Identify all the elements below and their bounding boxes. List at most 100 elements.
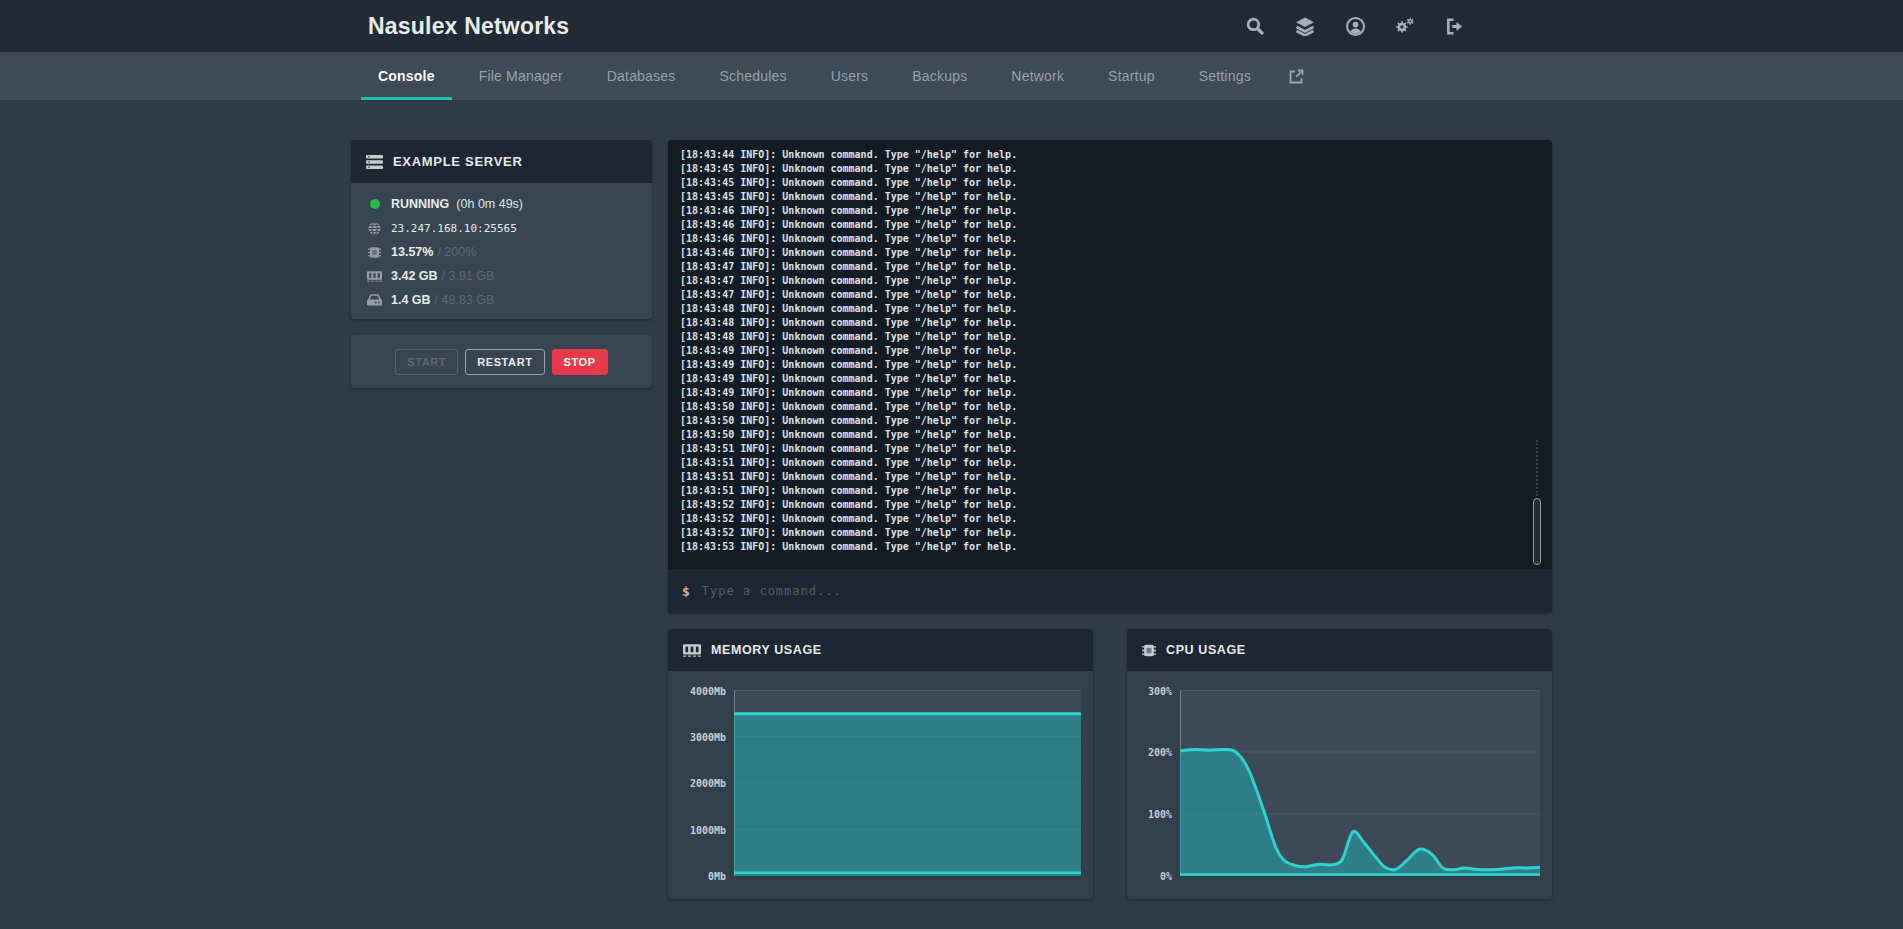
console-line: [18:43:50 INFO]: Unknown command. Type "… (680, 400, 1528, 414)
console-line: [18:43:52 INFO]: Unknown command. Type "… (680, 512, 1528, 526)
console-line: [18:43:49 INFO]: Unknown command. Type "… (680, 358, 1528, 372)
y-axis-label: 4000Mb (690, 685, 726, 696)
search-icon[interactable] (1245, 15, 1265, 37)
console-line: [18:43:51 INFO]: Unknown command. Type "… (680, 442, 1528, 456)
layers-icon[interactable] (1295, 15, 1315, 37)
server-memory-row: 3.42 GB / 3.91 GB (367, 264, 636, 288)
tab-network[interactable]: Network (994, 52, 1081, 100)
console-line: [18:43:51 INFO]: Unknown command. Type "… (680, 484, 1528, 498)
disk-value: 1.4 GB (391, 293, 431, 307)
console-line: [18:43:50 INFO]: Unknown command. Type "… (680, 428, 1528, 442)
cpu-value: 13.57% (391, 245, 433, 259)
console-line: [18:43:47 INFO]: Unknown command. Type "… (680, 274, 1528, 288)
server-icon (366, 155, 383, 169)
status-dot (367, 199, 382, 209)
tab-databases[interactable]: Databases (590, 52, 693, 100)
disk-limit: / 48.83 GB (435, 293, 495, 307)
cpu-usage-card: CPU USAGE 300%200%100%0% (1127, 629, 1552, 899)
y-axis-label: 200% (1148, 747, 1172, 758)
cogs-icon[interactable] (1395, 15, 1415, 37)
tab-console[interactable]: Console (361, 52, 452, 100)
cpu-chart-header: CPU USAGE (1127, 629, 1552, 671)
tab-backups[interactable]: Backups (895, 52, 984, 100)
cpu-limit: / 200% (437, 245, 476, 259)
command-input[interactable] (702, 584, 1538, 598)
console-line: [18:43:51 INFO]: Unknown command. Type "… (680, 470, 1528, 484)
cpu-chart-title: CPU USAGE (1166, 643, 1246, 657)
console-line: [18:43:46 INFO]: Unknown command. Type "… (680, 232, 1528, 246)
console-line: [18:43:47 INFO]: Unknown command. Type "… (680, 288, 1528, 302)
server-status-row: RUNNING (0h 0m 49s) (367, 192, 636, 216)
console-line: [18:43:46 INFO]: Unknown command. Type "… (680, 204, 1528, 218)
charts-row: MEMORY USAGE 4000Mb 3000Mb 2000Mb 1000Mb 0Mb… (668, 629, 1552, 899)
console-line: [18:43:46 INFO]: Unknown command. Type "… (680, 246, 1528, 260)
y-axis-label: 1000Mb (690, 824, 726, 835)
server-title: EXAMPLE SERVER (393, 154, 522, 169)
user-icon[interactable] (1345, 15, 1365, 37)
server-disk-row: 1.4 GB / 48.83 GB (367, 288, 636, 312)
cpu-icon (1142, 643, 1156, 658)
navbar: ConsoleFile ManagerDatabasesSchedulesUse… (0, 52, 1903, 100)
memory-icon (367, 271, 382, 282)
y-axis-label: 3000Mb (690, 731, 726, 742)
memory-chart-title: MEMORY USAGE (711, 643, 822, 657)
tab-settings[interactable]: Settings (1182, 52, 1268, 100)
server-status: RUNNING (391, 197, 449, 211)
memory-chart-header: MEMORY USAGE (668, 629, 1093, 671)
console-line: [18:43:48 INFO]: Unknown command. Type "… (680, 302, 1528, 316)
console-line: [18:43:50 INFO]: Unknown command. Type "… (680, 414, 1528, 428)
external-link-icon[interactable] (1278, 52, 1315, 100)
console-line: [18:43:52 INFO]: Unknown command. Type "… (680, 498, 1528, 512)
console-line: [18:43:49 INFO]: Unknown command. Type "… (680, 372, 1528, 386)
console-line: [18:43:49 INFO]: Unknown command. Type "… (680, 386, 1528, 400)
server-card-header: EXAMPLE SERVER (351, 140, 652, 183)
memory-limit: / 3.91 GB (442, 269, 495, 283)
power-controls: START RESTART STOP (351, 335, 652, 388)
restart-button[interactable]: RESTART (465, 349, 544, 375)
memory-value: 3.42 GB (391, 269, 438, 283)
memory-plot (734, 690, 1081, 876)
sign-out-icon[interactable] (1445, 15, 1465, 37)
server-uptime: (0h 0m 49s) (456, 197, 523, 211)
brand-title[interactable]: Nasulex Networks (351, 13, 569, 40)
console-line: [18:43:53 INFO]: Unknown command. Type "… (680, 540, 1528, 554)
tab-startup[interactable]: Startup (1091, 52, 1172, 100)
cpu-chart: 300%200%100%0% (1127, 671, 1552, 899)
tab-schedules[interactable]: Schedules (702, 52, 803, 100)
console-line: [18:43:48 INFO]: Unknown command. Type "… (680, 316, 1528, 330)
console-input-row: $ (668, 569, 1552, 613)
console-line: [18:43:45 INFO]: Unknown command. Type "… (680, 162, 1528, 176)
cpu-plot (1180, 690, 1540, 876)
server-address: 23.247.168.10:25565 (391, 222, 517, 235)
y-axis-label: 0% (1160, 870, 1172, 881)
start-button[interactable]: START (395, 349, 458, 375)
console-line: [18:43:45 INFO]: Unknown command. Type "… (680, 190, 1528, 204)
console-scrollbar-track (1536, 440, 1538, 496)
console-line: [18:43:44 INFO]: Unknown command. Type "… (680, 148, 1528, 162)
memory-icon (683, 644, 701, 657)
server-address-row: 23.247.168.10:25565 (367, 216, 636, 240)
server-cpu-row: 13.57% / 200% (367, 240, 636, 264)
console-scrollbar-thumb[interactable] (1533, 498, 1541, 565)
tab-users[interactable]: Users (814, 52, 886, 100)
tab-file-manager[interactable]: File Manager (462, 52, 580, 100)
main-content: EXAMPLE SERVER RUNNING (0h 0m 49s) 23.24… (351, 100, 1552, 899)
hdd-icon (367, 294, 382, 306)
console-line: [18:43:46 INFO]: Unknown command. Type "… (680, 218, 1528, 232)
y-axis-label: 100% (1148, 809, 1172, 820)
memory-usage-card: MEMORY USAGE 4000Mb 3000Mb 2000Mb 1000Mb 0Mb (668, 629, 1093, 899)
console-line: [18:43:52 INFO]: Unknown command. Type "… (680, 526, 1528, 540)
console-line: [18:43:51 INFO]: Unknown command. Type "… (680, 456, 1528, 470)
stop-button[interactable]: STOP (552, 349, 608, 375)
console-output[interactable]: [18:43:44 INFO]: Unknown command. Type "… (668, 140, 1552, 569)
y-axis-label: 0Mb (708, 870, 726, 881)
prompt-symbol: $ (682, 584, 690, 599)
topbar: Nasulex Networks (0, 0, 1903, 52)
cpu-icon (367, 246, 382, 259)
console-line: [18:43:48 INFO]: Unknown command. Type "… (680, 330, 1528, 344)
globe-icon (367, 222, 382, 235)
console-card: [18:43:44 INFO]: Unknown command. Type "… (668, 140, 1552, 613)
console-line: [18:43:45 INFO]: Unknown command. Type "… (680, 176, 1528, 190)
memory-chart: 4000Mb 3000Mb 2000Mb 1000Mb 0Mb (668, 671, 1093, 899)
y-axis-label: 2000Mb (690, 778, 726, 789)
